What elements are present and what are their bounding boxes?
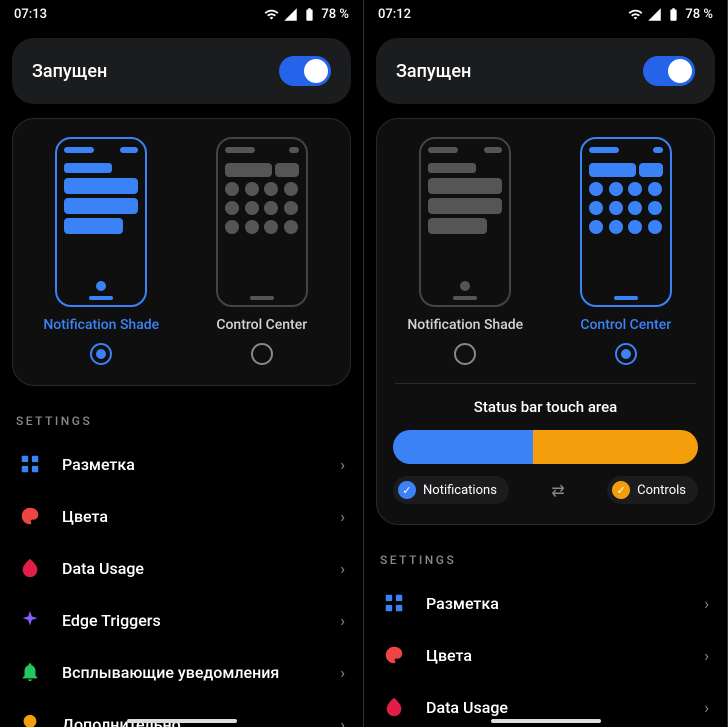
running-label: Запущен: [32, 61, 107, 82]
battery-percent: 78 %: [321, 7, 349, 22]
drop-icon: [18, 556, 42, 580]
radio-control[interactable]: [251, 343, 273, 365]
style-label-control: Control Center: [186, 317, 339, 333]
status-bar: 07:12 78 %: [364, 0, 727, 28]
battery-icon: [302, 7, 317, 22]
style-option-notification-shade[interactable]: Notification Shade: [389, 137, 542, 365]
chevron-right-icon: ›: [340, 663, 345, 682]
item-label: Всплывающие уведомления: [62, 663, 320, 682]
phone-mock-control: [580, 137, 672, 307]
settings-item-layout[interactable]: Разметка ›: [376, 577, 715, 629]
chevron-right-icon: ›: [340, 611, 345, 630]
settings-item-edge-triggers[interactable]: Edge Triggers ›: [12, 594, 351, 646]
running-toggle[interactable]: [643, 56, 695, 86]
check-icon: ✓: [398, 481, 416, 499]
item-label: Data Usage: [426, 698, 684, 717]
settings-item-colors[interactable]: Цвета ›: [376, 629, 715, 681]
check-icon: ✓: [612, 481, 630, 499]
chevron-right-icon: ›: [340, 455, 345, 474]
grid-icon: [18, 452, 42, 476]
divider: [395, 383, 696, 384]
style-selector-card: Notification Shade Control Ce: [12, 118, 351, 386]
phone-mock-shade: [55, 137, 147, 307]
item-label: Цвета: [426, 646, 684, 665]
settings-header: SETTINGS: [380, 553, 711, 567]
running-card: Запущен: [12, 38, 351, 104]
wifi-icon: [628, 7, 643, 22]
grid-icon: [382, 591, 406, 615]
radio-control[interactable]: [615, 343, 637, 365]
settings-item-layout[interactable]: Разметка ›: [12, 438, 351, 490]
chevron-right-icon: ›: [340, 715, 345, 727]
chevron-right-icon: ›: [704, 594, 709, 613]
phone-mock-shade: [419, 137, 511, 307]
wifi-icon: [264, 7, 279, 22]
running-card: Запущен: [376, 38, 715, 104]
battery-icon: [666, 7, 681, 22]
style-selector-card: Notification Shade Control Ce: [376, 118, 715, 525]
settings-item-data-usage[interactable]: Data Usage ›: [12, 542, 351, 594]
touch-area-slider[interactable]: [393, 430, 698, 464]
running-label: Запущен: [396, 61, 471, 82]
chip-label: Controls: [637, 483, 686, 498]
radio-shade[interactable]: [90, 343, 112, 365]
settings-header: SETTINGS: [16, 414, 347, 428]
settings-item-popup-notifications[interactable]: Всплывающие уведомления ›: [12, 646, 351, 698]
battery-percent: 78 %: [685, 7, 713, 22]
item-label: Цвета: [62, 507, 320, 526]
status-bar: 07:13 78 %: [0, 0, 363, 28]
touch-area-left: [393, 430, 533, 464]
chip-label: Notifications: [423, 483, 497, 498]
style-label-control: Control Center: [550, 317, 703, 333]
item-label: Data Usage: [62, 559, 320, 578]
chip-controls[interactable]: ✓ Controls: [607, 476, 698, 504]
nav-handle[interactable]: [127, 719, 237, 723]
sparkle-icon: [18, 608, 42, 632]
style-option-control-center[interactable]: Control Center: [550, 137, 703, 365]
item-label: Разметка: [426, 594, 684, 613]
swap-icon[interactable]: ⇄: [551, 481, 564, 500]
style-label-shade: Notification Shade: [25, 317, 178, 333]
chevron-right-icon: ›: [340, 559, 345, 578]
clock: 07:13: [14, 7, 47, 22]
item-label: Разметка: [62, 455, 320, 474]
phone-mock-control: [216, 137, 308, 307]
style-label-shade: Notification Shade: [389, 317, 542, 333]
signal-icon: [283, 7, 298, 22]
running-toggle[interactable]: [279, 56, 331, 86]
chevron-right-icon: ›: [340, 507, 345, 526]
touch-area-title: Status bar touch area: [389, 398, 702, 416]
touch-area-right: [533, 430, 698, 464]
nav-handle[interactable]: [491, 719, 601, 723]
settings-item-colors[interactable]: Цвета ›: [12, 490, 351, 542]
bulb-icon: [18, 712, 42, 727]
drop-icon: [382, 695, 406, 719]
bell-icon: [18, 660, 42, 684]
clock: 07:12: [378, 7, 411, 22]
chevron-right-icon: ›: [704, 646, 709, 665]
screen-left: 07:13 78 % Запущен: [0, 0, 364, 727]
signal-icon: [647, 7, 662, 22]
style-option-notification-shade[interactable]: Notification Shade: [25, 137, 178, 365]
chevron-right-icon: ›: [704, 698, 709, 717]
item-label: Edge Triggers: [62, 611, 320, 630]
palette-icon: [382, 643, 406, 667]
style-option-control-center[interactable]: Control Center: [186, 137, 339, 365]
radio-shade[interactable]: [454, 343, 476, 365]
screen-right: 07:12 78 % Запущен: [364, 0, 728, 727]
chip-notifications[interactable]: ✓ Notifications: [393, 476, 509, 504]
palette-icon: [18, 504, 42, 528]
